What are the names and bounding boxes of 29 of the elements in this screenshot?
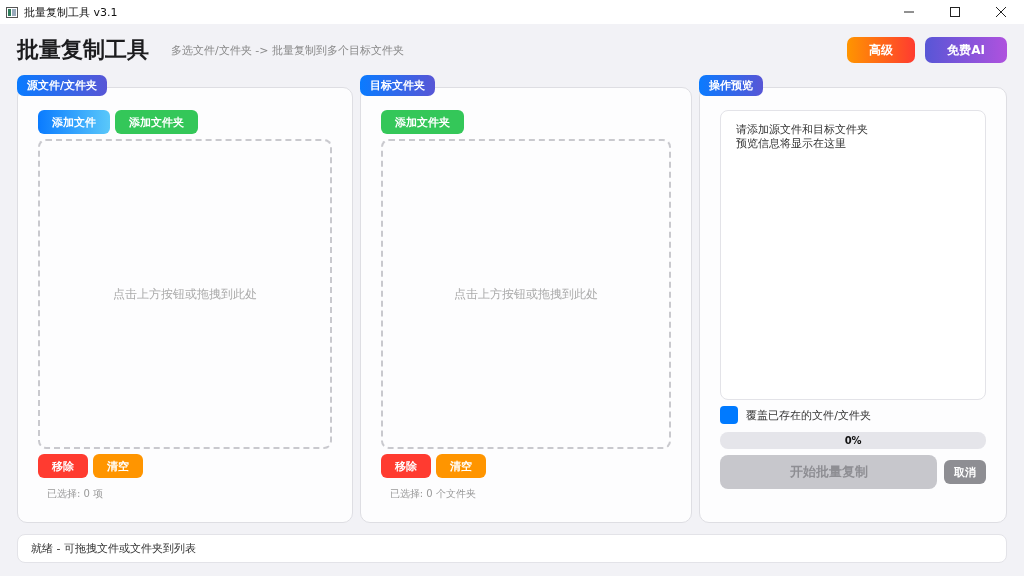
panel-title: 源文件/文件夹: [17, 75, 108, 96]
checkbox-label: 覆盖已存在的文件/文件夹: [746, 407, 872, 423]
preview-text: 请添加源文件和目标文件夹: [736, 123, 870, 137]
cancel-button[interactable]: 取消: [944, 460, 986, 484]
drop-hint: 点击上方按钮或拖拽到此处: [454, 285, 598, 303]
action-button[interactable]: 移除: [380, 454, 431, 478]
selection-count: 已选择: 0 个文件夹: [389, 487, 477, 501]
progress-reading: 0%: [843, 434, 863, 448]
header-button[interactable]: 高级: [847, 37, 916, 63]
app-icon: [6, 6, 18, 18]
app-subtitle: 多选文件/文件夹 -> 批量复制到多个目标文件夹: [171, 42, 405, 58]
header-button[interactable]: 免费AI: [925, 37, 1007, 63]
app-title: 批量复制工具: [17, 36, 149, 64]
drop-hint: 点击上方按钮或拖拽到此处: [112, 285, 257, 303]
add-button[interactable]: 添加文件: [38, 110, 110, 134]
overwrite-checkbox[interactable]: [720, 406, 739, 424]
action-button[interactable]: 清空: [93, 454, 143, 478]
action-button[interactable]: 清空: [435, 454, 486, 478]
add-button[interactable]: 添加文件夹: [380, 110, 464, 134]
action-button[interactable]: 移除: [38, 454, 88, 478]
selection-count: 已选择: 0 项: [47, 487, 105, 501]
drop-zone[interactable]: 点击上方按钮或拖拽到此处: [380, 139, 672, 449]
window-title: 批量复制工具 v3.1: [24, 4, 119, 20]
preview-text: 预览信息将显示在这里: [736, 137, 848, 151]
panel-title: 目标文件夹: [359, 75, 435, 96]
status-text: 就绪 - 可拖拽文件或文件夹到列表: [31, 541, 196, 556]
drop-zone[interactable]: 点击上方按钮或拖拽到此处: [38, 139, 332, 449]
panel-title: 操作预览: [699, 75, 764, 96]
add-button[interactable]: 添加文件夹: [115, 110, 198, 134]
